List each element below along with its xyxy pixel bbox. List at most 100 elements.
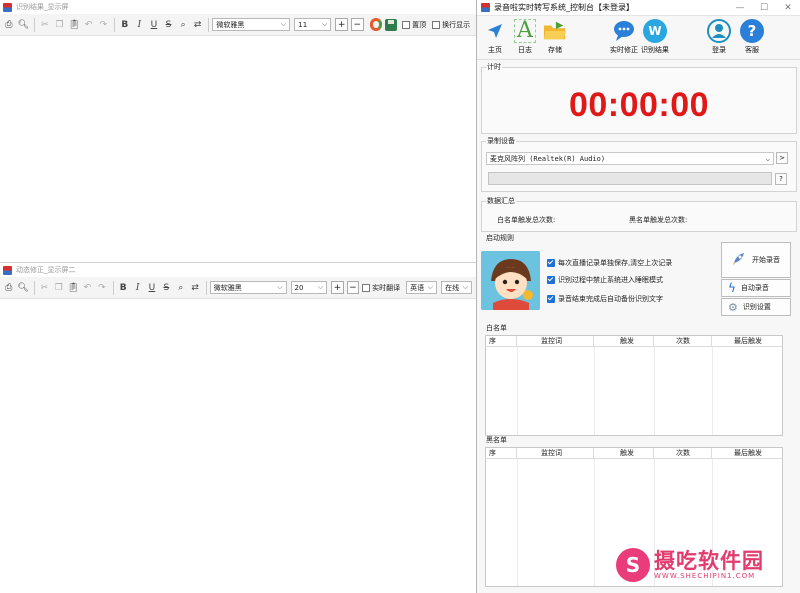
timer-legend: 计时	[487, 63, 501, 71]
device-more-button[interactable]: >	[776, 152, 788, 164]
column-header[interactable]: 触发	[594, 448, 654, 458]
start-record-button[interactable]: 开始录音	[721, 242, 791, 278]
underline-button[interactable]: U	[145, 281, 158, 295]
panel-titlebar: 录音啦实时转写系统_控制台【未登录】 — ☐ ✕	[477, 0, 800, 16]
underline-button[interactable]: U	[147, 18, 161, 32]
rule-item[interactable]: 识别过程中禁止系统进入睡眠模式	[547, 275, 663, 285]
close-icon[interactable]: ✕	[776, 3, 800, 13]
preview-icon[interactable]: 🔍︎	[17, 18, 31, 32]
replace-icon[interactable]: ⇄	[188, 281, 201, 295]
paste-icon[interactable]: 📋︎	[66, 281, 79, 295]
redo-icon[interactable]: ↷	[95, 281, 108, 295]
column-header[interactable]: 次数	[654, 336, 712, 346]
device-select[interactable]: 麦克风阵列 (Realtek(R) Audio) ⌵	[486, 152, 774, 165]
preview-icon[interactable]: 🔍︎	[16, 281, 29, 295]
store-button[interactable]: 存储	[543, 19, 567, 55]
live-fix-button[interactable]: 实时修正	[610, 19, 638, 55]
copy-icon[interactable]: ❐	[52, 281, 65, 295]
results-button[interactable]: W 识别结果	[641, 19, 669, 55]
column-header[interactable]: 次数	[654, 448, 712, 458]
checkbox-box[interactable]	[362, 283, 371, 292]
column-header[interactable]: 序	[486, 336, 517, 346]
auto-record-button[interactable]: ϟ 自动录音	[721, 279, 791, 297]
copy-icon[interactable]: ❐	[53, 18, 67, 32]
strike-button[interactable]: S	[160, 281, 173, 295]
font-decrease-button[interactable]: −	[346, 281, 360, 294]
checkbox-checked[interactable]	[547, 259, 555, 267]
paste-icon[interactable]: 📋︎	[67, 18, 81, 32]
chevron-down-icon: ⌵	[462, 283, 468, 291]
device-help-button[interactable]: ?	[775, 173, 787, 185]
live-fix-label: 实时修正	[610, 46, 638, 54]
whitelist-legend: 白名单	[486, 324, 507, 332]
font-family-value: 微软雅黑	[216, 20, 245, 29]
checkbox-checked[interactable]	[547, 276, 555, 284]
home-button[interactable]: 主页	[483, 19, 507, 55]
recognition-settings-button[interactable]: ⚙ 识别设置	[721, 298, 791, 316]
italic-button[interactable]: I	[133, 18, 147, 32]
watermark: S 摄吃软件园 WWW.SHECHIPIN1.COM	[616, 548, 764, 582]
font-family-select[interactable]: 微软雅黑 ⌵	[212, 18, 291, 31]
column-header[interactable]: 监控词	[517, 448, 594, 458]
font-size-select[interactable]: 20 ⌵	[290, 281, 328, 294]
undo-icon[interactable]: ↶	[82, 18, 96, 32]
column-header[interactable]: 最后触发	[712, 448, 782, 458]
rule-label: 录音结束完成后自动备份识别文字	[558, 295, 663, 303]
whitelist-count-label: 白名单触发总次数:	[497, 216, 556, 224]
save-icon[interactable]	[385, 18, 398, 31]
find-icon[interactable]: ⌕	[174, 281, 187, 295]
column-header[interactable]: 序	[486, 448, 517, 458]
rule-item[interactable]: 录音结束完成后自动备份识别文字	[547, 294, 663, 304]
italic-button[interactable]: I	[131, 281, 144, 295]
column-header[interactable]: 监控词	[517, 336, 594, 346]
realtime-translate-checkbox[interactable]: 实时翻译	[362, 283, 400, 293]
display-2-title: 动态修正_显示屏二	[16, 266, 76, 274]
font-size-select[interactable]: 11 ⌵	[294, 18, 332, 31]
checkbox-box[interactable]	[402, 20, 411, 29]
maximize-icon[interactable]: ☐	[752, 3, 776, 13]
log-icon: A	[513, 19, 537, 43]
replace-icon[interactable]: ⇄	[191, 18, 205, 32]
language-select[interactable]: 英语 ⌵	[406, 281, 438, 294]
log-button[interactable]: A 日志	[513, 19, 537, 55]
wrap-checkbox[interactable]: 换行显示	[432, 20, 470, 30]
service-button[interactable]: ? 客服	[740, 19, 764, 55]
device-value: 麦克风阵列 (Realtek(R) Audio)	[490, 154, 606, 163]
font-family-select[interactable]: 微软雅黑 ⌵	[209, 281, 287, 294]
undo-icon[interactable]: ↶	[81, 281, 94, 295]
login-label: 登录	[712, 46, 726, 54]
checkbox-checked[interactable]	[547, 295, 555, 303]
folder-icon	[543, 19, 567, 43]
rocket-icon	[730, 251, 746, 269]
timer-group: 计时 00:00:00	[481, 62, 797, 134]
cut-icon[interactable]: ✂	[38, 18, 52, 32]
bold-button[interactable]: B	[117, 281, 130, 295]
whitelist-table[interactable]: 序 监控词 触发 次数 最后触发	[485, 335, 783, 436]
audio-level-bar	[488, 172, 772, 185]
font-decrease-button[interactable]: −	[350, 18, 364, 31]
results-label: 识别结果	[641, 46, 669, 54]
rule-item[interactable]: 每次直播记录单独保存,清空上次记录	[547, 258, 672, 268]
display-1-titlebar: 识别结果_显示屏	[0, 0, 476, 14]
find-icon[interactable]: ⌕	[176, 18, 190, 32]
font-size-value: 20	[294, 283, 304, 292]
font-increase-button[interactable]: +	[331, 281, 344, 294]
strike-button[interactable]: S	[162, 18, 176, 32]
redo-icon[interactable]: ↷	[96, 18, 110, 32]
refresh-icon[interactable]	[369, 18, 383, 31]
bold-button[interactable]: B	[118, 18, 132, 32]
login-button[interactable]: 登录	[707, 19, 731, 55]
column-header[interactable]: 最后触发	[712, 336, 782, 346]
pin-checkbox[interactable]: 置顶	[402, 20, 426, 30]
minimize-icon[interactable]: —	[728, 3, 752, 13]
table-header: 序 监控词 触发 次数 最后触发	[486, 336, 782, 347]
print-icon[interactable]: ⎙	[2, 281, 15, 295]
checkbox-box[interactable]	[432, 20, 441, 29]
font-increase-button[interactable]: +	[335, 18, 348, 31]
cut-icon[interactable]: ✂	[38, 281, 51, 295]
mode-select[interactable]: 在线 ⌵	[441, 281, 472, 294]
column-header[interactable]: 触发	[594, 336, 654, 346]
toolbar-divider	[114, 17, 115, 32]
print-icon[interactable]: ⎙	[2, 18, 16, 32]
display-1-title: 识别结果_显示屏	[16, 3, 69, 11]
